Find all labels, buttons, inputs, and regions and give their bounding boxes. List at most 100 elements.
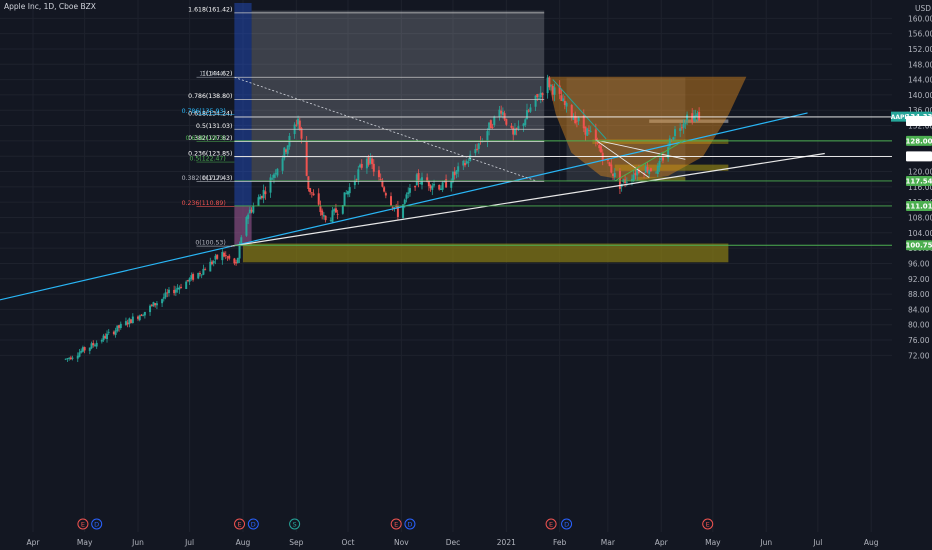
candle-body	[565, 102, 568, 107]
candle-body	[632, 174, 635, 181]
demand-zone	[242, 243, 729, 263]
candle-body	[281, 158, 284, 171]
candle-body	[686, 114, 689, 121]
price-tick-label: 96.00	[908, 259, 930, 268]
candle-body	[365, 158, 368, 169]
candle-body	[166, 292, 169, 294]
candle-body	[524, 119, 527, 125]
candle-body	[126, 322, 129, 325]
candle-body	[589, 130, 592, 132]
candle-body	[173, 289, 176, 294]
candle-body	[81, 347, 84, 352]
candle-body	[272, 174, 275, 178]
candle-body	[274, 173, 277, 175]
time-tick-label: Jun	[131, 538, 144, 547]
candle-body	[441, 182, 444, 190]
candle-body	[66, 358, 69, 360]
candle-body	[379, 179, 382, 181]
candle-body	[164, 292, 167, 298]
candle-body	[107, 331, 110, 333]
candle-body	[625, 181, 628, 183]
candle-body	[433, 184, 436, 186]
price-chart[interactable]: 1.618(161.42)1(144.62)0.786(138.80)0.618…	[0, 0, 932, 550]
candle-body	[598, 145, 601, 149]
price-tick-label: 76.00	[908, 336, 930, 345]
time-tick-label: Jul	[184, 538, 194, 547]
candle-body	[594, 129, 597, 141]
candle-body	[104, 336, 107, 339]
candle-body	[513, 128, 516, 135]
candle-body	[474, 149, 477, 154]
candle-body	[610, 164, 613, 173]
candle-body	[161, 299, 164, 304]
candle-body	[648, 170, 651, 174]
candle-body	[529, 107, 532, 112]
time-tick-label: Sep	[289, 538, 303, 547]
candle-body	[560, 95, 563, 101]
price-tick-label: 152.00	[908, 45, 932, 54]
event-marker-letter: D	[94, 520, 99, 528]
time-tick-label: Jul	[812, 538, 822, 547]
candle-body	[233, 258, 236, 264]
candle-body	[655, 172, 658, 174]
candle-body	[130, 319, 133, 324]
candle-body	[522, 123, 525, 127]
candle-body	[68, 357, 71, 359]
candle-body	[269, 177, 272, 193]
candle-body	[116, 325, 119, 332]
candle-body	[78, 352, 81, 357]
candle-body	[503, 113, 506, 120]
candle-body	[572, 117, 575, 120]
candle-body	[174, 289, 177, 293]
candle-body	[439, 188, 442, 191]
candle-body	[661, 157, 664, 161]
candle-body	[197, 272, 200, 279]
candle-body	[429, 185, 432, 189]
candle-body	[329, 220, 332, 221]
event-marker-letter: D	[564, 520, 569, 528]
candle-body	[357, 169, 360, 181]
fib-level-label: 0.5(131.03)	[196, 123, 232, 130]
candle-body	[371, 158, 374, 165]
fib-secondary-label: 1(144.4)	[199, 71, 225, 78]
price-tick-label: 104.00	[908, 229, 932, 238]
candle-body	[162, 297, 165, 299]
candle-body	[90, 343, 93, 349]
candle-body	[285, 149, 288, 152]
candle-body	[131, 316, 134, 324]
price-tag-value: 128.00	[905, 137, 932, 145]
candle-body	[180, 286, 183, 288]
candle-body	[455, 170, 458, 174]
time-tick-label: Nov	[394, 538, 409, 547]
price-tick-label: 72.00	[908, 351, 930, 360]
candle-body	[118, 325, 121, 328]
time-tick-label: Aug	[864, 538, 879, 547]
candle-body	[317, 193, 320, 205]
candle-body	[477, 143, 480, 149]
candle-body	[658, 161, 661, 168]
candle-body	[238, 245, 241, 259]
candle-body	[64, 358, 67, 360]
candle-body	[100, 340, 103, 342]
candle-body	[467, 162, 470, 163]
candle-body	[333, 208, 336, 212]
candle-body	[271, 178, 274, 180]
candle-body	[660, 158, 663, 161]
candle-body	[138, 315, 141, 321]
candle-body	[69, 357, 72, 360]
candle-body	[489, 120, 492, 129]
candle-body	[202, 268, 205, 275]
price-tick-label: 148.00	[908, 60, 932, 69]
candle-body	[348, 187, 351, 194]
candle-body	[178, 287, 181, 290]
price-tick-label: 108.00	[908, 213, 932, 222]
currency-label: USD	[915, 4, 931, 13]
candle-body	[185, 281, 188, 289]
price-axis[interactable]: 72.0076.0080.0084.0088.0092.0096.00100.0…	[908, 14, 932, 360]
candle-body	[300, 128, 303, 139]
candle-body	[259, 196, 262, 200]
price-tag-value: 100.75	[905, 242, 932, 250]
candle-body	[248, 209, 251, 214]
candle-body	[71, 357, 74, 359]
candle-body	[599, 146, 602, 153]
